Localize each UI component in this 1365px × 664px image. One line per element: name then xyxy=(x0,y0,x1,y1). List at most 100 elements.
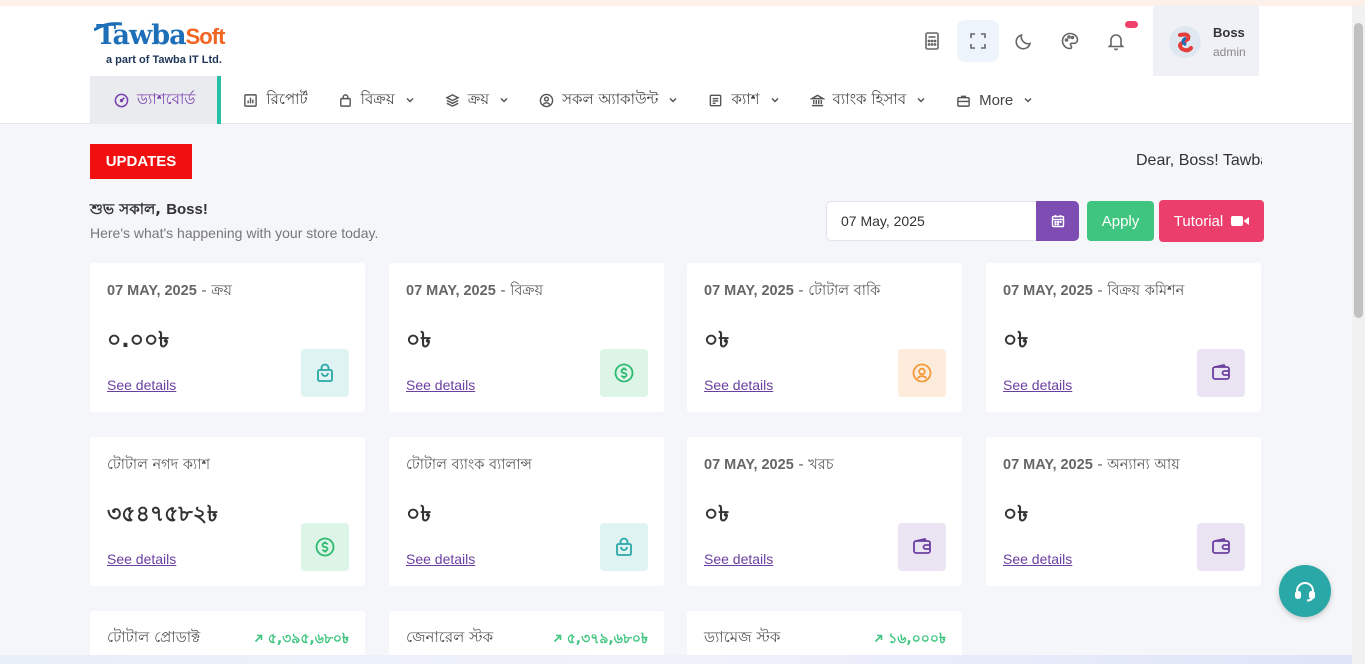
arrow-up-right-icon xyxy=(553,634,562,643)
nav-label: ব্যাংক হিসাব xyxy=(832,89,907,108)
dashboard-icon xyxy=(114,93,129,107)
briefcase-icon xyxy=(957,95,970,107)
scrollbar-thumb[interactable] xyxy=(1354,23,1363,318)
see-details-link[interactable]: See details xyxy=(1003,551,1072,567)
palette-icon[interactable] xyxy=(1049,20,1091,62)
greeting-title: শুভ সকাল, Boss! xyxy=(90,198,208,223)
card-title: 07 MAY, 2025 - বিক্রয় xyxy=(406,283,544,299)
avatar xyxy=(1169,26,1201,58)
chevron-down-icon xyxy=(917,97,925,103)
card-title: 07 MAY, 2025 - খরচ xyxy=(704,457,834,473)
nav-label: ক্যাশ xyxy=(731,89,760,108)
shopping-bag-icon xyxy=(301,349,349,397)
card-value: ০৳ xyxy=(1003,328,1029,353)
updates-badge: UPDATES xyxy=(90,144,192,179)
shopping-bag-icon xyxy=(600,523,648,571)
see-details-link[interactable]: See details xyxy=(406,377,475,393)
nav-more[interactable]: More xyxy=(941,76,1048,124)
card-value: ০৳ xyxy=(704,328,730,353)
nav-bank[interactable]: ব্যাংক হিসাব xyxy=(795,76,942,124)
layers-icon xyxy=(445,93,460,107)
chevron-down-icon xyxy=(669,97,677,103)
user-role: admin xyxy=(1213,45,1246,59)
cash-icon xyxy=(710,94,722,106)
card-title: টোটাল ব্যাংক ব্যালান্স xyxy=(406,457,532,473)
card-value: ৩৫৪৭৫৮২৳ xyxy=(107,502,218,527)
stock-value: ৫,৩৭৯,৬৮০৳ xyxy=(553,627,648,651)
date-input[interactable]: 07 May, 2025 xyxy=(826,201,1036,241)
dollar-circle-icon xyxy=(600,349,648,397)
tawbasoft-logo[interactable]: TawbaSoft a part of Tawba IT Ltd. xyxy=(94,20,246,72)
nav-accounts[interactable]: সকল অ্যাকাউন্ট xyxy=(524,76,693,124)
nav-cash[interactable]: ক্যাশ xyxy=(693,76,794,124)
see-details-link[interactable]: See details xyxy=(107,551,176,567)
wallet-icon xyxy=(1197,349,1245,397)
headset-icon xyxy=(1295,582,1315,602)
video-camera-icon xyxy=(1231,216,1250,226)
nav-sales[interactable]: বিক্রয় xyxy=(323,76,430,124)
wallet-icon xyxy=(1197,523,1245,571)
stat-card-total-cash: টোটাল নগদ ক্যাশ ৩৫৪৭৫৮২৳ See details xyxy=(90,437,365,586)
greeting-subtitle: Here's what's happening with your store … xyxy=(90,225,379,241)
support-chat-button[interactable] xyxy=(1279,565,1331,617)
user-name: Boss xyxy=(1213,25,1245,40)
arrow-up-right-icon xyxy=(875,634,883,643)
stat-card-sales: 07 MAY, 2025 - বিক্রয় ০৳ See details xyxy=(389,263,664,412)
see-details-link[interactable]: See details xyxy=(1003,377,1072,393)
nav-label: ক্রয় xyxy=(467,89,490,108)
stat-card-expense: 07 MAY, 2025 - খরচ ০৳ See details xyxy=(687,437,962,586)
nav-label: ড্যাশবোর্ড xyxy=(137,89,196,108)
nav-label: বিক্রয় xyxy=(360,89,395,108)
see-details-link[interactable]: See details xyxy=(704,551,773,567)
card-value: ০৳ xyxy=(406,328,432,353)
card-title: 07 MAY, 2025 - বিক্রয় কমিশন xyxy=(1003,283,1185,299)
stat-card-bank-balance: টোটাল ব্যাংক ব্যালান্স ০৳ See details xyxy=(389,437,664,586)
chevron-down-icon xyxy=(1024,97,1032,103)
nav-label: সকল অ্যাকাউন্ট xyxy=(562,89,659,108)
greeting-text: শুভ সকাল, xyxy=(90,200,161,218)
nav-label: More xyxy=(979,91,1014,109)
card-title: 07 MAY, 2025 - অন্যান্য আয় xyxy=(1003,457,1180,473)
updates-marquee: Dear, Boss! Tawba xyxy=(1136,152,1262,169)
bag-icon xyxy=(339,93,351,107)
nav-purchase[interactable]: ক্রয় xyxy=(430,76,524,124)
dollar-circle-icon xyxy=(301,523,349,571)
calendar-icon xyxy=(1051,215,1064,228)
tutorial-button[interactable]: Tutorial xyxy=(1159,200,1264,242)
calculator-icon[interactable] xyxy=(911,20,953,62)
nav-report[interactable]: রিপোর্ট xyxy=(221,76,322,124)
see-details-link[interactable]: See details xyxy=(406,551,475,567)
app-header: TawbaSoft a part of Tawba IT Ltd. Boss a… xyxy=(0,6,1352,124)
user-circle-icon xyxy=(898,349,946,397)
bank-icon xyxy=(809,94,825,106)
chevron-down-icon xyxy=(500,97,508,103)
user-circle-icon xyxy=(539,93,554,107)
moon-icon[interactable] xyxy=(1003,20,1045,62)
see-details-link[interactable]: See details xyxy=(704,377,773,393)
stock-value: ১৬,০০০৳ xyxy=(874,627,946,651)
stock-label: ড্যামেজ স্টক xyxy=(704,628,781,646)
logo-brand: TawbaSoft xyxy=(96,20,225,51)
user-menu[interactable]: Boss admin xyxy=(1153,6,1259,76)
greeting-name: Boss! xyxy=(166,201,208,218)
apply-button[interactable]: Apply xyxy=(1087,201,1154,241)
see-details-link[interactable]: See details xyxy=(107,377,176,393)
stock-label: টোটাল প্রোডাক্ট xyxy=(107,628,201,646)
stat-card-purchase: 07 MAY, 2025 - ক্রয় ০.০০৳ See details xyxy=(90,263,365,412)
stat-card-other-income: 07 MAY, 2025 - অন্যান্য আয় ০৳ See detai… xyxy=(986,437,1261,586)
stat-card-total-due: 07 MAY, 2025 - টোটাল বাকি ০৳ See details xyxy=(687,263,962,412)
chevron-down-icon xyxy=(771,97,779,103)
card-title: 07 MAY, 2025 - টোটাল বাকি xyxy=(704,283,881,299)
stock-label: জেনারেল স্টক xyxy=(406,628,494,646)
nav-dashboard[interactable]: ড্যাশবোর্ড xyxy=(90,76,222,124)
chevron-down-icon xyxy=(406,97,414,103)
arrow-up-right-icon xyxy=(254,634,263,643)
calendar-button[interactable] xyxy=(1036,201,1079,241)
nav-label: রিপোর্ট xyxy=(266,89,308,108)
card-value: ০.০০৳ xyxy=(107,328,170,353)
report-icon xyxy=(244,93,258,107)
card-value: ০৳ xyxy=(1003,502,1029,527)
fullscreen-icon[interactable] xyxy=(957,20,999,62)
card-value: ০৳ xyxy=(406,502,432,527)
stock-value: ৫,৩৯৫,৬৮০৳ xyxy=(254,627,349,651)
